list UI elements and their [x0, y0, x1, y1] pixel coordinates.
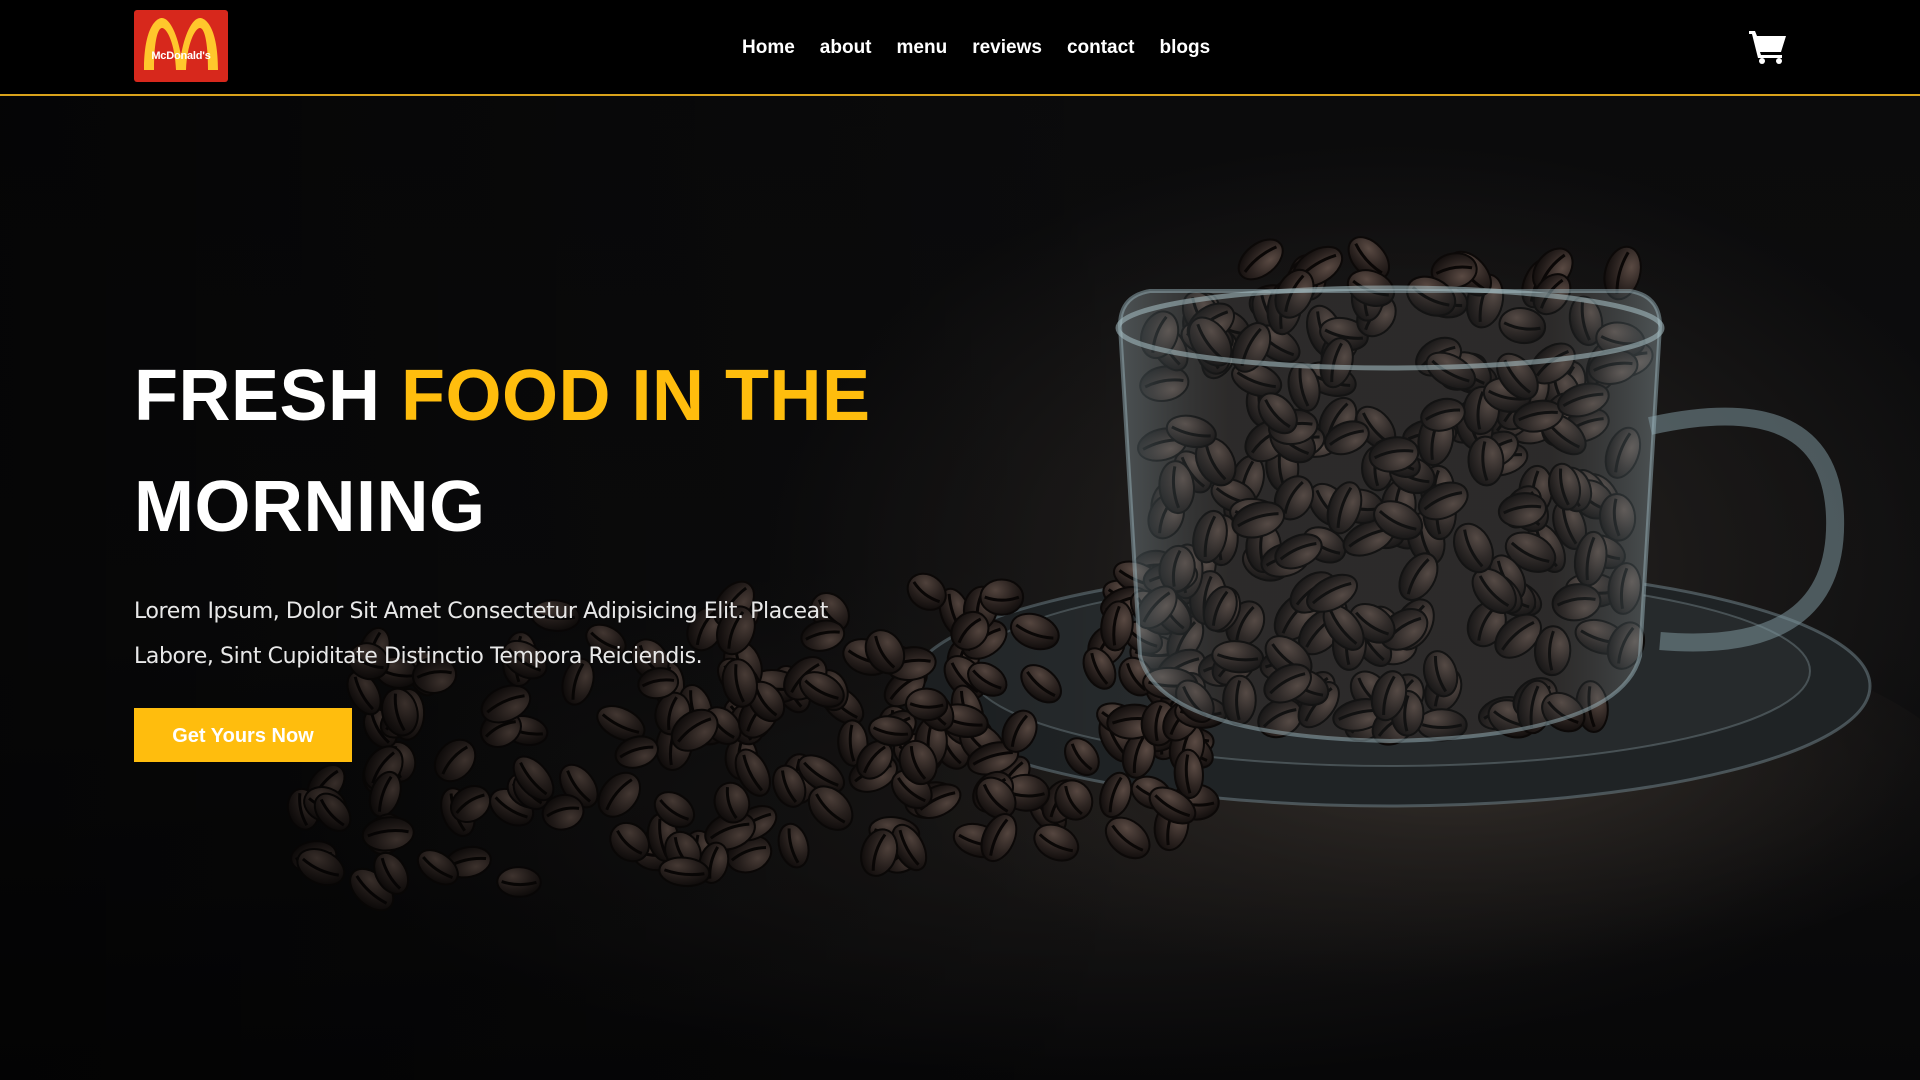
golden-arches-icon	[144, 18, 218, 70]
logo-wordmark: McDonald's	[151, 50, 211, 62]
nav-about[interactable]: about	[820, 36, 872, 60]
get-yours-now-button[interactable]: Get Yours Now	[134, 708, 352, 762]
hero-section: FRESH FOOD IN THE MORNING Lorem Ipsum, Do…	[0, 96, 1920, 1080]
hero-description: Lorem Ipsum, Dolor Sit Amet Consectetur …	[134, 599, 828, 669]
hero-title-accent: FOOD IN THE	[401, 356, 871, 436]
nav-blogs[interactable]: blogs	[1160, 36, 1211, 60]
nav-home[interactable]: Home	[742, 36, 795, 60]
page: McDonald's Home about menu reviews conta…	[0, 0, 1920, 1080]
shopping-cart-icon[interactable]	[1748, 28, 1788, 64]
mcdonalds-logo[interactable]: McDonald's	[134, 10, 228, 82]
hero-title-part2: MORNING	[134, 467, 486, 547]
nav-reviews[interactable]: reviews	[972, 36, 1042, 60]
nav-contact[interactable]: contact	[1067, 36, 1135, 60]
main-nav: Home about menu reviews contact blogs	[742, 36, 1210, 60]
nav-menu[interactable]: menu	[897, 36, 948, 60]
site-header: McDonald's Home about menu reviews conta…	[0, 0, 1920, 96]
hero-title: FRESH FOOD IN THE MORNING	[134, 341, 894, 563]
hero-title-part1: FRESH	[134, 356, 402, 436]
hero-content: FRESH FOOD IN THE MORNING Lorem Ipsum, Do…	[134, 341, 894, 762]
